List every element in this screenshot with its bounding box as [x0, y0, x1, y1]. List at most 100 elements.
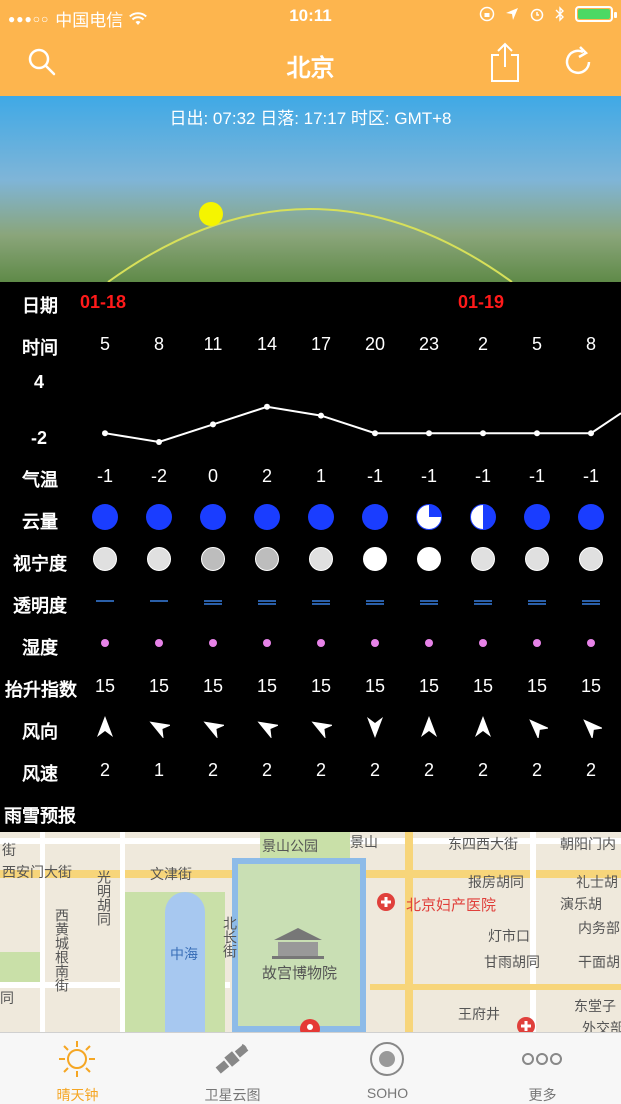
seeing-indicator: [201, 547, 225, 571]
tab-satellite[interactable]: 卫星云图: [155, 1033, 310, 1104]
satellite-icon: [215, 1044, 249, 1074]
status-right: [479, 6, 617, 22]
temp-cell: -1: [96, 466, 113, 486]
temp-cell: -1: [366, 466, 383, 486]
cloud-indicator: [362, 504, 388, 530]
map-view[interactable]: 景山公园 景山 东四西大街 朝阳门内 西安门大街 文津街 北京妇产医院 报房胡同…: [0, 832, 621, 1032]
row-label-transparency: 透明度: [13, 596, 67, 616]
wind-speed-cell: 2: [207, 760, 218, 780]
tab-soho[interactable]: SOHO: [310, 1033, 465, 1104]
wind-speed-cell: 2: [477, 760, 488, 780]
temp-cell: 2: [261, 466, 272, 486]
row-label-time: 时间: [22, 338, 58, 358]
forecast-table: 日期 01-18 01-19 时间 5 8 11 14 17 20 23 2 5 8 4 -2 气…: [0, 282, 621, 832]
map-pin-icon[interactable]: [299, 1018, 321, 1032]
row-label-wind-dir: 风向: [22, 722, 58, 742]
cloud-indicator: [416, 504, 442, 530]
temperature-point: [372, 430, 378, 437]
row-label-wind-speed: 风速: [22, 764, 58, 784]
seeing-indicator: [363, 547, 387, 571]
cloud-indicator: [308, 504, 334, 530]
map-label: 景山: [350, 834, 378, 850]
temperature-chart: [102, 403, 621, 445]
refresh-button[interactable]: [556, 40, 600, 84]
temperature-point: [318, 412, 324, 419]
lifted-cell: 15: [418, 676, 440, 696]
map-label: 街: [2, 842, 16, 858]
wind-speed-cell: 2: [99, 760, 110, 780]
temperature-point: [588, 430, 594, 437]
temperature-point: [264, 403, 270, 410]
lifted-cell: 15: [472, 676, 494, 696]
map-label: 东四西大街: [448, 836, 518, 852]
bluetooth-icon: [555, 6, 564, 22]
wind-arrow-icon: [529, 719, 548, 738]
wind-speed-cell: 1: [153, 760, 164, 780]
location-icon: [506, 8, 518, 20]
row-label-humidity: 湿度: [22, 638, 58, 658]
wind-speed-cell: 2: [369, 760, 380, 780]
tab-label: 卫星云图: [204, 1087, 261, 1103]
humidity-indicator: [587, 639, 595, 647]
wind-arrow-icon: [367, 717, 383, 738]
temperature-point: [534, 430, 540, 437]
share-icon: [491, 42, 519, 82]
hour-cell: 5: [531, 334, 542, 354]
sun-panel: 日出: 07:32 日落: 17:17 时区: GMT+8: [0, 96, 621, 282]
seeing-indicator: [471, 547, 495, 571]
transparency-indicator: [474, 600, 492, 605]
wind-arrow-icon: [421, 716, 437, 737]
wind-speed-cell: 2: [261, 760, 272, 780]
map-label: 北京妇产医院: [406, 897, 497, 914]
seeing-indicator: [147, 547, 171, 571]
transparency-indicator: [258, 600, 276, 605]
map-label: 故宫博物院: [262, 965, 338, 982]
seeing-indicator: [525, 547, 549, 571]
wind-speed-cell: 2: [315, 760, 326, 780]
wind-arrow-icon: [149, 721, 170, 738]
map-label: 景山公园: [262, 838, 318, 854]
tab-clear-sky-clock[interactable]: 晴天钟: [0, 1033, 155, 1104]
date-label-1: 01-18: [80, 292, 127, 312]
temperature-point: [480, 430, 486, 437]
alarm-icon: [530, 8, 544, 22]
sun-arc: [107, 202, 513, 282]
wind-speed-cell: 2: [531, 760, 542, 780]
row-label-temp: 气温: [22, 470, 58, 490]
share-button[interactable]: [483, 40, 527, 84]
row-label-cloud: 云量: [22, 512, 58, 532]
sun-icon: [199, 202, 223, 226]
humidity-indicator: [263, 639, 271, 647]
refresh-icon: [565, 46, 591, 75]
tab-label: 更多: [528, 1087, 557, 1103]
lifted-cell: 15: [202, 676, 224, 696]
orientation-lock-icon: [479, 6, 495, 22]
more-icon: [522, 1053, 562, 1065]
map-label: 王府井: [458, 1006, 500, 1022]
transparency-indicator: [312, 600, 330, 605]
tab-label: SOHO: [366, 1085, 409, 1101]
hour-cell: 14: [256, 334, 278, 354]
battery-icon: [575, 6, 617, 22]
hospital-icon: [377, 893, 395, 911]
soho-icon: [370, 1042, 404, 1076]
row-label-lifted: 抬升指数: [5, 680, 77, 700]
cloud-indicator: [146, 504, 172, 530]
transparency-indicator: [582, 600, 600, 605]
seeing-indicator: [93, 547, 117, 571]
lifted-cell: 15: [526, 676, 548, 696]
top-bar: ●●●○○ 中国电信 10:11 北京: [0, 0, 621, 96]
hour-cell: 8: [153, 334, 164, 354]
date-label-2: 01-19: [458, 292, 505, 312]
temp-cell: 0: [207, 466, 218, 486]
hour-cell: 17: [310, 334, 332, 354]
map-label: 文津街: [150, 866, 192, 882]
tab-more[interactable]: 更多: [465, 1033, 620, 1104]
map-label: 演乐胡: [560, 896, 602, 912]
temperature-point: [210, 421, 216, 428]
temp-cell: -2: [150, 466, 167, 486]
cloud-indicator: [578, 504, 604, 530]
lifted-cell: 15: [148, 676, 170, 696]
map-label: 中海: [170, 946, 198, 962]
temperature-point: [156, 439, 162, 445]
